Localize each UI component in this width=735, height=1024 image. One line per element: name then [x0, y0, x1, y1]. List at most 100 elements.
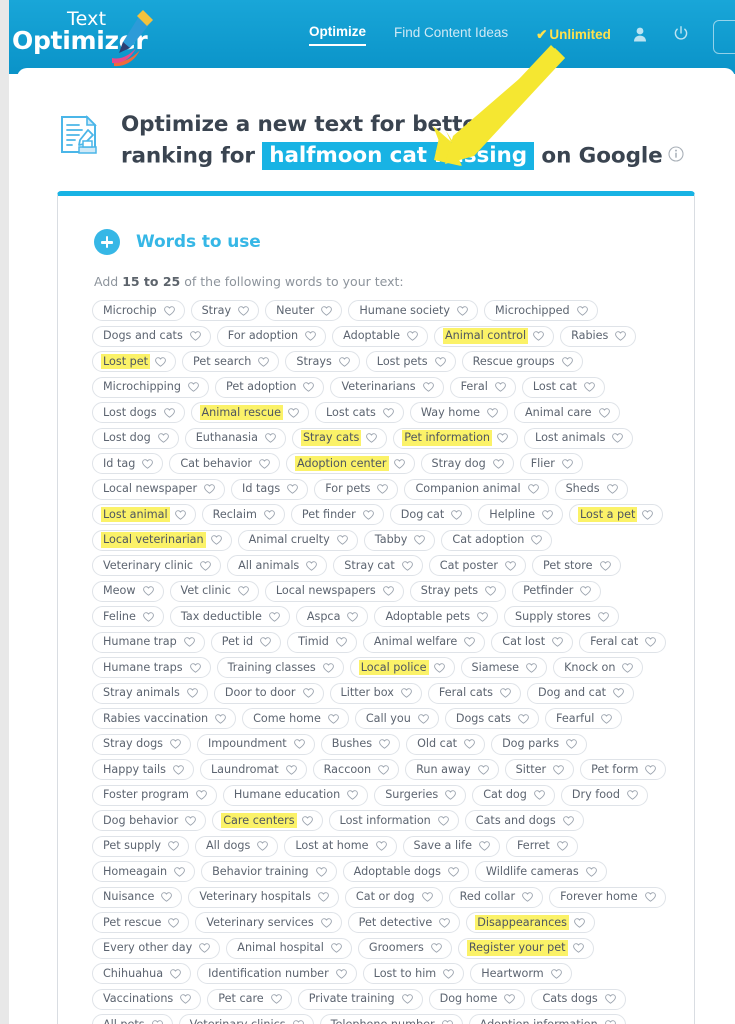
heart-outline-icon[interactable] — [260, 637, 271, 647]
word-tag[interactable]: Cat behavior — [169, 453, 281, 474]
heart-outline-icon[interactable] — [188, 382, 199, 392]
word-tag[interactable]: Helpline — [478, 504, 563, 525]
heart-outline-icon[interactable] — [553, 764, 564, 775]
word-tag[interactable]: Siamese — [460, 657, 548, 678]
word-tag[interactable]: Adoption information — [468, 1014, 626, 1024]
heart-outline-icon[interactable] — [627, 790, 638, 800]
word-tag[interactable]: Sheds — [554, 478, 628, 500]
word-tag[interactable]: Stray animals — [92, 682, 208, 704]
heart-outline-icon[interactable] — [580, 586, 592, 596]
word-tag[interactable]: Lost to him — [362, 963, 465, 984]
heart-outline-icon[interactable] — [303, 382, 315, 392]
word-tag[interactable]: Feline — [92, 606, 164, 627]
word-tag[interactable]: Veterinary clinics — [178, 1014, 314, 1024]
heart-outline-icon[interactable] — [477, 764, 489, 775]
power-icon[interactable] — [673, 26, 689, 47]
word-tag[interactable]: Behavior training — [201, 861, 337, 882]
word-tag[interactable]: Petfinder — [512, 580, 602, 602]
word-tag[interactable]: Ferret — [505, 835, 578, 857]
word-tag[interactable]: Heartworm — [470, 963, 572, 984]
heart-outline-icon[interactable] — [264, 509, 275, 520]
heart-outline-icon[interactable] — [377, 484, 389, 494]
heart-outline-icon[interactable] — [270, 994, 282, 1004]
word-tag[interactable]: Lost cat — [521, 376, 605, 398]
word-tag[interactable]: Cat lost — [491, 631, 574, 653]
heart-outline-icon[interactable] — [168, 841, 179, 851]
heart-outline-icon[interactable] — [163, 407, 175, 418]
heart-outline-icon[interactable] — [441, 1019, 453, 1024]
heart-outline-icon[interactable] — [161, 892, 173, 902]
heart-outline-icon[interactable] — [382, 586, 394, 596]
word-tag[interactable]: Private training — [297, 988, 423, 1010]
heart-outline-icon[interactable] — [644, 892, 656, 902]
heart-outline-icon[interactable] — [417, 713, 429, 724]
word-tag[interactable]: Lost at home — [284, 835, 397, 857]
word-tag[interactable]: Lost dogs — [92, 402, 185, 423]
heart-outline-icon[interactable] — [338, 356, 350, 367]
word-tag[interactable]: Cats and dogs — [464, 810, 584, 831]
word-tag[interactable]: Stray cats — [291, 427, 388, 449]
word-tag[interactable]: For adoption — [216, 325, 327, 347]
word-tag[interactable]: Foster program — [92, 784, 217, 806]
heart-outline-icon[interactable] — [522, 892, 533, 902]
word-tag[interactable]: Red collar — [448, 886, 544, 908]
word-tag[interactable]: Neuter — [265, 300, 343, 321]
heart-outline-icon[interactable] — [606, 484, 618, 494]
word-tag[interactable]: Come home — [242, 708, 349, 729]
heart-outline-icon[interactable] — [566, 739, 577, 749]
heart-outline-icon[interactable] — [157, 433, 169, 443]
heart-outline-icon[interactable] — [322, 662, 334, 673]
word-tag[interactable]: Dog and cat — [526, 682, 635, 704]
heart-outline-icon[interactable] — [599, 560, 611, 571]
heart-outline-icon[interactable] — [347, 611, 359, 622]
word-tag[interactable]: Pet id — [210, 631, 282, 653]
heart-outline-icon[interactable] — [336, 535, 348, 545]
word-tag[interactable]: Pet search — [182, 351, 280, 372]
heart-outline-icon[interactable] — [163, 305, 175, 316]
heart-outline-icon[interactable] — [393, 458, 405, 469]
word-tag[interactable]: All pets — [92, 1014, 173, 1024]
word-tag[interactable]: Pet detective — [347, 912, 461, 933]
word-tag[interactable]: Id tag — [92, 453, 164, 474]
plus-circle-icon[interactable] — [94, 229, 120, 255]
heart-outline-icon[interactable] — [174, 866, 185, 877]
heart-outline-icon[interactable] — [318, 892, 329, 902]
heart-outline-icon[interactable] — [585, 866, 597, 877]
word-tag[interactable]: Surgeries — [374, 784, 467, 806]
word-tag[interactable]: Feral — [449, 376, 516, 398]
heart-outline-icon[interactable] — [407, 331, 418, 341]
heart-outline-icon[interactable] — [437, 815, 449, 826]
word-tag[interactable]: Adoption center — [286, 453, 415, 474]
heart-outline-icon[interactable] — [305, 331, 317, 341]
word-tag[interactable]: Pet store — [532, 555, 621, 576]
heart-outline-icon[interactable] — [613, 688, 624, 698]
word-tag[interactable]: Old cat — [406, 733, 486, 755]
word-tag[interactable]: Microchipping — [92, 376, 209, 398]
word-tag[interactable]: Supply stores — [504, 606, 619, 627]
page-scroll-container[interactable]: Text Optimizer Optimize Find Content Ide… — [9, 0, 735, 1024]
heart-outline-icon[interactable] — [457, 305, 468, 316]
heart-outline-icon[interactable] — [238, 586, 249, 596]
word-tag[interactable]: Lost pet — [92, 351, 177, 372]
heart-outline-icon[interactable] — [576, 305, 588, 316]
word-tag[interactable]: Adoptable dogs — [342, 861, 469, 882]
word-tag[interactable]: Timid — [287, 631, 357, 653]
word-tag[interactable]: Call you — [354, 708, 439, 729]
heart-outline-icon[interactable] — [604, 994, 616, 1004]
heart-outline-icon[interactable] — [151, 1019, 163, 1024]
word-tag[interactable]: Feral cats — [427, 682, 521, 704]
word-tag[interactable]: Local police — [349, 657, 455, 678]
word-tag[interactable]: Flier — [519, 453, 583, 474]
word-tag[interactable]: Every other day — [92, 937, 221, 959]
word-tag[interactable]: Rabies — [560, 325, 637, 347]
heart-outline-icon[interactable] — [542, 509, 553, 520]
word-tag[interactable]: Animal control — [434, 325, 555, 347]
word-tag[interactable]: Humane traps — [92, 657, 211, 678]
heart-outline-icon[interactable] — [531, 535, 543, 545]
nav-link-optimize[interactable]: Optimize — [309, 24, 367, 46]
heart-outline-icon[interactable] — [199, 943, 211, 953]
word-tag[interactable]: Telephone number — [319, 1014, 463, 1024]
word-tag[interactable]: Veterinarians — [330, 376, 444, 398]
word-tag[interactable]: Animal cruelty — [237, 529, 358, 551]
word-tag[interactable]: Microchip — [92, 300, 185, 321]
